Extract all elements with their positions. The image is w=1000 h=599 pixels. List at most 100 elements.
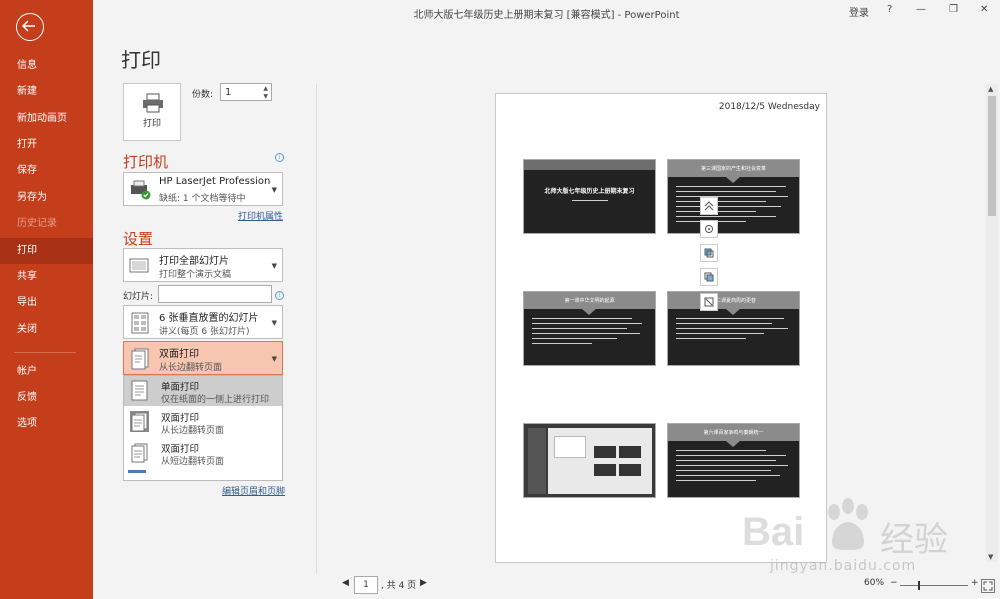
sidebar-item-new[interactable]: 新建 <box>0 79 93 105</box>
menu-item-duplex-short[interactable]: 双面打印 从短边翻转页面 <box>124 438 282 468</box>
slide-line <box>676 470 771 471</box>
duplex-menu: 单面打印 仅在纸面的一侧上进行打印 双面打印 从长边翻转页面 双面打印 从短边翻… <box>123 375 283 481</box>
layout-options-button[interactable] <box>700 220 718 238</box>
print-range-dropdown[interactable]: 打印全部幻灯片 打印整个演示文稿 ▼ <box>123 248 283 282</box>
slide-line <box>676 216 776 217</box>
printer-heading: 打印机 <box>123 153 169 171</box>
sidebar-divider <box>14 352 76 353</box>
slide-line <box>532 328 627 329</box>
prev-page-icon[interactable]: ◀ <box>342 578 349 588</box>
title-bar: 北师大版七年级历史上册期末复习 [兼容模式] - PowerPoint 登录 ?… <box>93 0 1000 24</box>
sidebar-item-export[interactable]: 导出 <box>0 290 93 316</box>
slides-input[interactable] <box>158 285 272 303</box>
slide-line <box>532 343 592 344</box>
panel-divider <box>316 84 317 574</box>
sidebar-item-open[interactable]: 打开 <box>0 132 93 158</box>
chevron-down-icon: ▼ <box>271 262 277 270</box>
print-range-subtitle: 打印整个演示文稿 <box>159 270 232 280</box>
sidebar-item-history[interactable]: 历史记录 <box>0 211 93 237</box>
crop-button[interactable] <box>700 293 718 311</box>
help-button[interactable]: ? <box>887 4 892 15</box>
minimize-button[interactable]: — <box>916 4 926 15</box>
scrollbar-thumb[interactable] <box>988 96 996 216</box>
page-number-input[interactable]: 1 <box>354 576 378 594</box>
printer-properties-link[interactable]: 打印机属性 <box>238 209 283 222</box>
collapse-up-button[interactable] <box>700 197 718 215</box>
info-icon[interactable]: i <box>275 153 284 162</box>
printer-dropdown[interactable]: HP LaserJet Professional... 缺纸: 1 个文档等待中… <box>123 172 283 206</box>
printer-status: 缺纸: 1 个文档等待中 <box>159 194 246 204</box>
menu-item-title: 双面打印 <box>161 444 200 455</box>
resize-icon <box>704 297 714 307</box>
slide-line <box>532 333 640 334</box>
close-button[interactable]: ✕ <box>980 4 988 15</box>
sidebar-item-print[interactable]: 打印 <box>0 238 93 264</box>
thumb-block <box>619 464 641 476</box>
menu-item-title: 双面打印 <box>161 413 200 424</box>
back-button[interactable] <box>16 13 44 41</box>
sidebar-item-save-as[interactable]: 另存为 <box>0 185 93 211</box>
slide-thumbnail: 北师大版七年级历史上册期末复习 <box>523 159 656 234</box>
spin-down-icon[interactable]: ▼ <box>263 93 268 100</box>
sidebar-item-close[interactable]: 关闭 <box>0 317 93 343</box>
slide-thumbnail: 第三课国家的产生和社会变革 <box>667 159 800 234</box>
slide-line <box>676 333 764 334</box>
bring-forward-button[interactable] <box>700 244 718 262</box>
handout-icon <box>131 312 149 334</box>
menu-item-single-sided[interactable]: 单面打印 仅在纸面的一侧上进行打印 <box>124 376 282 406</box>
scroll-up-icon[interactable]: ▲ <box>988 85 993 93</box>
printer-name: HP LaserJet Professional... <box>159 176 271 187</box>
slide-line <box>676 480 756 481</box>
slide-line <box>532 338 617 339</box>
menu-item-subtitle: 从长边翻转页面 <box>161 426 225 436</box>
spin-up-icon[interactable]: ▲ <box>263 85 268 92</box>
thumb-block <box>619 446 641 458</box>
sidebar-item-account[interactable]: 帐户 <box>0 359 93 385</box>
slide-band <box>524 160 655 170</box>
sidebar-item-feedback[interactable]: 反馈 <box>0 385 93 411</box>
sidebar-item-options[interactable]: 选项 <box>0 411 93 437</box>
baidu-watermark: Bai 经验 jingyan.baidu.com <box>740 490 998 590</box>
thumb-panel <box>528 428 546 494</box>
print-button[interactable]: 打印 <box>123 83 181 141</box>
sidebar-item-share[interactable]: 共享 <box>0 264 93 290</box>
slide-line <box>676 455 786 456</box>
slide-title: 第一课中华文明的起源 <box>564 298 615 304</box>
watermark-brand: Bai <box>742 510 805 554</box>
sidebar-item-save[interactable]: 保存 <box>0 158 93 184</box>
info-icon[interactable]: i <box>275 291 284 300</box>
slide-title: 第六课百家争鸣与秦朝统一 <box>703 430 764 436</box>
settings-heading: 设置 <box>123 230 154 248</box>
layout-title: 6 张垂直放置的幻灯片 <box>159 313 259 324</box>
restore-button[interactable]: ❐ <box>949 4 958 15</box>
slide-line <box>572 200 608 201</box>
duplex-title: 双面打印 <box>159 349 199 360</box>
watermark-suffix: 经验 <box>880 520 948 560</box>
layout-dropdown[interactable]: 6 张垂直放置的幻灯片 讲义(每页 6 张幻灯片) ▼ <box>123 305 283 339</box>
slide-line <box>676 460 776 461</box>
sidebar-item-info[interactable]: 信息 <box>0 53 93 79</box>
watermark-url: jingyan.baidu.com <box>770 558 917 574</box>
slide-line <box>676 475 780 476</box>
duplex-dropdown[interactable]: 双面打印 从长边翻转页面 ▼ <box>123 341 283 375</box>
sidebar-item-new-animation[interactable]: 新加动画页 <box>0 106 93 132</box>
copies-value: 1 <box>225 87 232 98</box>
slide-thumbnail: 第一课中华文明的起源 <box>523 291 656 366</box>
print-range-title: 打印全部幻灯片 <box>159 256 229 267</box>
layers-icon <box>704 248 714 258</box>
slide-title: 北师大版七年级历史上册期末复习 <box>544 188 635 195</box>
copies-stepper[interactable]: 1 ▲ ▼ <box>220 83 272 101</box>
slide-thumbnail-screenshot <box>523 423 656 498</box>
scroll-hint <box>128 470 146 473</box>
menu-item-title: 单面打印 <box>161 382 200 393</box>
send-backward-button[interactable] <box>700 268 718 286</box>
slide-notch <box>582 309 596 315</box>
duplex-subtitle: 从长边翻转页面 <box>159 363 223 373</box>
slide-line <box>676 206 781 207</box>
printer-icon <box>143 93 163 113</box>
menu-item-duplex-long[interactable]: 双面打印 从长边翻转页面 <box>124 407 282 437</box>
next-page-icon[interactable]: ▶ <box>420 578 427 588</box>
signin-button[interactable]: 登录 <box>849 4 869 19</box>
edit-header-footer-link[interactable]: 编辑页眉和页脚 <box>222 484 285 497</box>
backstage-sidebar: 信息 新建 新加动画页 打开 保存 另存为 历史记录 打印 共享 导出 关闭 帐… <box>0 0 93 599</box>
